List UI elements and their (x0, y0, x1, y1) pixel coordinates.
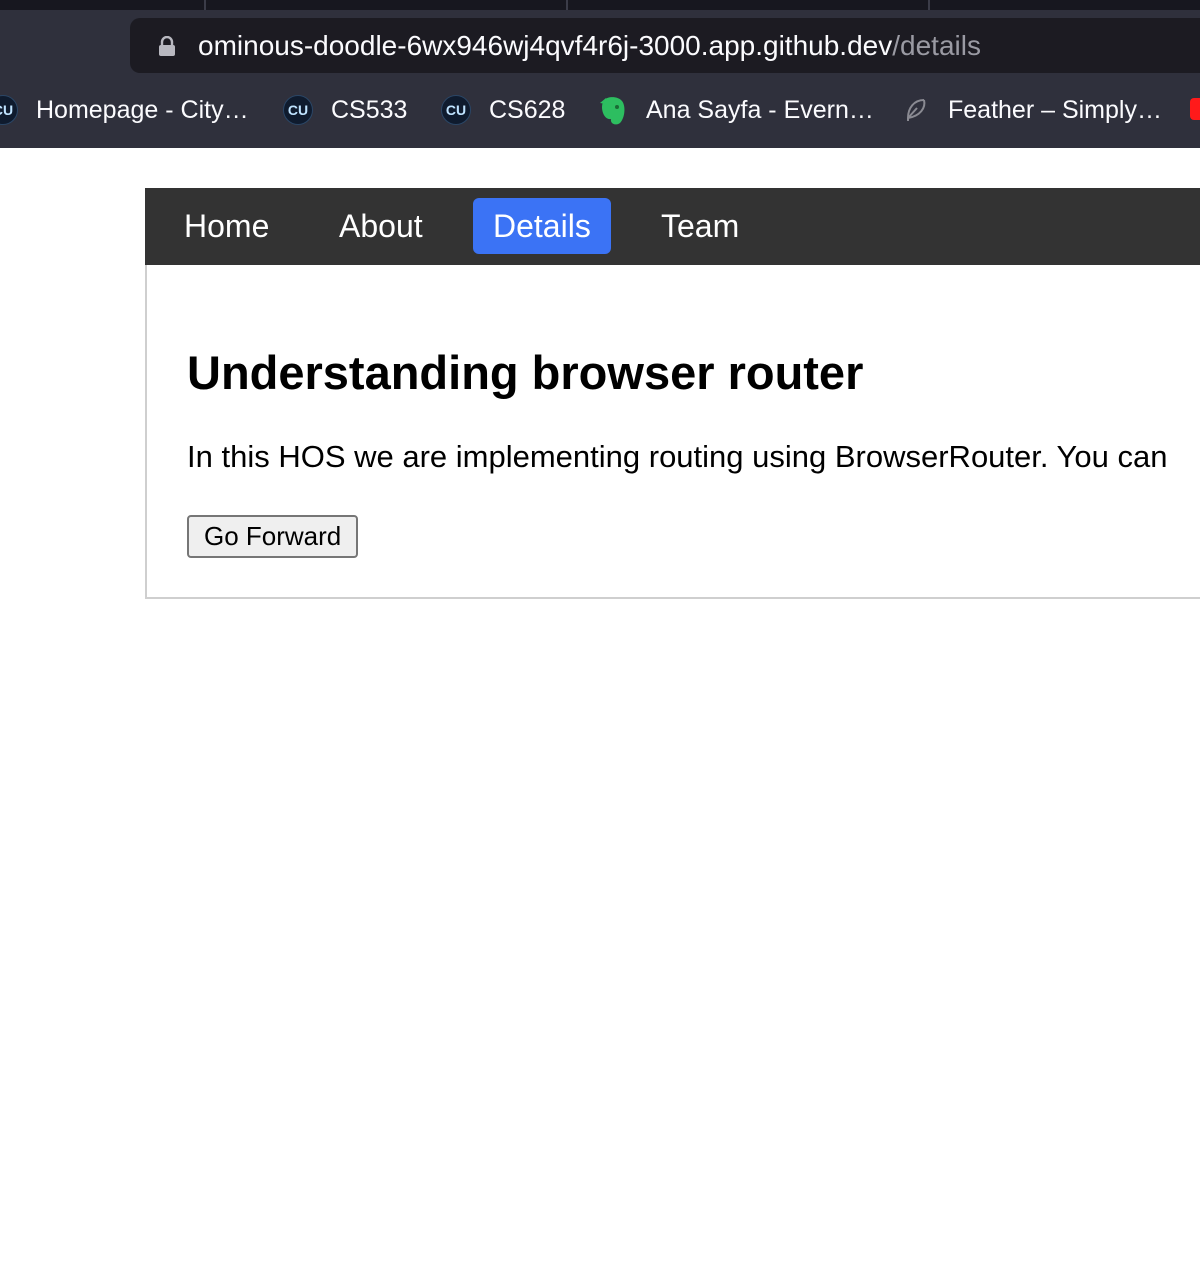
feather-icon (907, 99, 926, 121)
bookmark-label: CS533 (331, 95, 408, 124)
nav-about-link[interactable]: About (319, 198, 443, 254)
bookmark-feather[interactable]: Feather – Simply… (900, 88, 1162, 132)
details-panel: Understanding browser router In this HOS… (145, 265, 1200, 599)
nav-home-link[interactable]: Home (164, 198, 289, 254)
page-description: In this HOS we are implementing routing … (187, 439, 1168, 474)
bookmark-label: Homepage - City… (36, 95, 249, 124)
app-container: Home About Details Team Understanding br… (145, 188, 1200, 599)
bookmark-evernote[interactable]: Ana Sayfa - Evern… (598, 88, 874, 132)
cu-icon: CU (441, 95, 471, 125)
bookmark-label: CS628 (489, 95, 566, 124)
bookmark-homepage[interactable]: CU Homepage - City… (0, 88, 249, 132)
page-title: Understanding browser router (187, 346, 864, 399)
cu-icon: CU (0, 95, 18, 125)
bookmark-label: Feather – Simply… (948, 95, 1162, 124)
nav-team-link[interactable]: Team (641, 198, 759, 254)
url-text[interactable]: ominous-doodle-6wx946wj4qvf4r6j-3000.app… (198, 30, 981, 62)
nav-details-link[interactable]: Details (473, 198, 611, 254)
go-forward-button[interactable]: Go Forward (187, 515, 359, 558)
bookmark-cs628[interactable]: CU CS628 (441, 88, 565, 132)
tab-separator (928, 0, 930, 10)
bookmark-label: Ana Sayfa - Evern… (646, 95, 874, 124)
bookmark-red-icon[interactable] (1190, 98, 1200, 120)
url-host: ominous-doodle-6wx946wj4qvf4r6j-3000.app… (198, 30, 893, 61)
address-bar[interactable]: ominous-doodle-6wx946wj4qvf4r6j-3000.app… (130, 18, 1200, 73)
evernote-icon (600, 97, 625, 125)
lock-icon[interactable] (158, 36, 176, 56)
browser-toolbar: ominous-doodle-6wx946wj4qvf4r6j-3000.app… (0, 10, 1200, 148)
cu-icon: CU (283, 95, 313, 125)
url-path: /details (892, 30, 981, 61)
navbar: Home About Details Team (145, 188, 1200, 265)
tab-separator (204, 0, 206, 10)
tab-strip (0, 0, 1200, 10)
bookmark-cs533[interactable]: CU CS533 (283, 88, 407, 132)
tab-separator (566, 0, 568, 10)
